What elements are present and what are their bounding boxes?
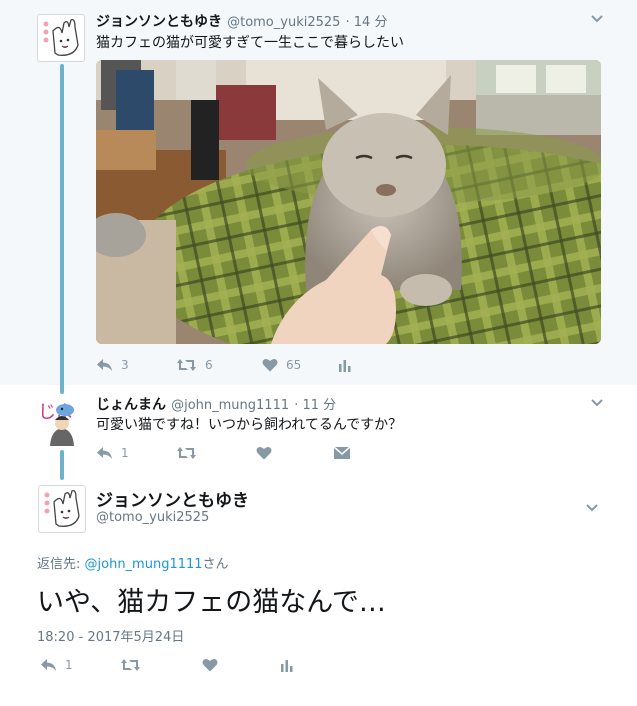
like-count: 65	[286, 358, 302, 372]
analytics-button[interactable]	[338, 358, 352, 372]
envelope-icon	[334, 447, 350, 459]
reply-button[interactable]: 3	[96, 358, 176, 372]
display-name[interactable]: じょんまん	[96, 397, 166, 413]
tweet-date[interactable]: 18:20 - 2017年5月24日	[37, 626, 184, 645]
like-button[interactable]	[202, 658, 280, 672]
heart-icon	[202, 659, 218, 672]
retweet-button[interactable]	[176, 446, 256, 460]
analytics-icon	[339, 360, 351, 372]
reply-count: 1	[121, 446, 129, 460]
direct-message-button[interactable]	[334, 447, 350, 459]
reply-count: 3	[121, 358, 129, 372]
timestamp[interactable]: · 11 分	[294, 398, 336, 413]
tweet-photo[interactable]	[96, 60, 601, 344]
thread-line	[60, 64, 64, 394]
display-name[interactable]: ジョンソンともゆき	[96, 14, 222, 30]
tweet-text: いや、猫カフェの猫なんで…	[37, 587, 386, 618]
avatar[interactable]	[38, 485, 86, 533]
retweet-icon	[177, 359, 196, 371]
reply-count: 1	[65, 658, 73, 672]
tweet-header: じょんまん @john_mung1111 · 11 分	[96, 394, 336, 414]
retweet-button[interactable]	[120, 658, 202, 672]
reply-to-link[interactable]: @john_mung1111	[85, 557, 203, 572]
avatar[interactable]: じよ	[38, 398, 86, 446]
heart-icon	[262, 359, 278, 372]
chevron-down-icon[interactable]	[589, 10, 605, 26]
tweet-actions: 3 6 65	[96, 358, 352, 372]
avatar[interactable]	[37, 14, 85, 62]
thread-line	[60, 450, 64, 480]
reply-to-prefix: 返信先:	[37, 557, 85, 572]
tweet-actions: 1	[40, 658, 294, 672]
reply-button[interactable]: 1	[96, 446, 176, 460]
tweet-text: 猫カフェの猫が可愛すぎて一生ここで暮らしたい	[96, 35, 404, 51]
like-button[interactable]: 65	[262, 358, 338, 372]
reply-to-line: 返信先: @john_mung1111さん	[37, 553, 229, 572]
chevron-down-icon[interactable]	[589, 394, 605, 410]
retweet-icon	[177, 447, 196, 459]
tweet-text: 可愛い猫ですね！いつから飼われてるんですか？	[96, 417, 403, 433]
display-name[interactable]: ジョンソンともゆき	[96, 486, 249, 511]
retweet-icon	[121, 659, 140, 671]
timestamp[interactable]: · 14 分	[346, 15, 388, 30]
user-handle[interactable]: @tomo_yuki2525	[227, 15, 340, 30]
reply-icon	[97, 359, 112, 371]
reply-icon	[97, 447, 112, 459]
user-handle[interactable]: @tomo_yuki2525	[96, 510, 209, 525]
reply-icon	[41, 659, 56, 671]
chevron-down-icon[interactable]	[584, 499, 600, 515]
like-button[interactable]	[256, 446, 334, 460]
retweet-button[interactable]: 6	[176, 358, 262, 372]
reply-to-suffix: さん	[202, 557, 229, 572]
heart-icon	[256, 447, 272, 460]
tweet-actions: 1	[96, 446, 350, 460]
analytics-icon	[281, 660, 293, 672]
retweet-count: 6	[205, 358, 213, 372]
analytics-button[interactable]	[280, 658, 294, 672]
user-handle[interactable]: @john_mung1111	[171, 398, 289, 413]
tweet-header: ジョンソンともゆき @tomo_yuki2525 · 14 分	[96, 11, 387, 31]
reply-button[interactable]: 1	[40, 658, 120, 672]
